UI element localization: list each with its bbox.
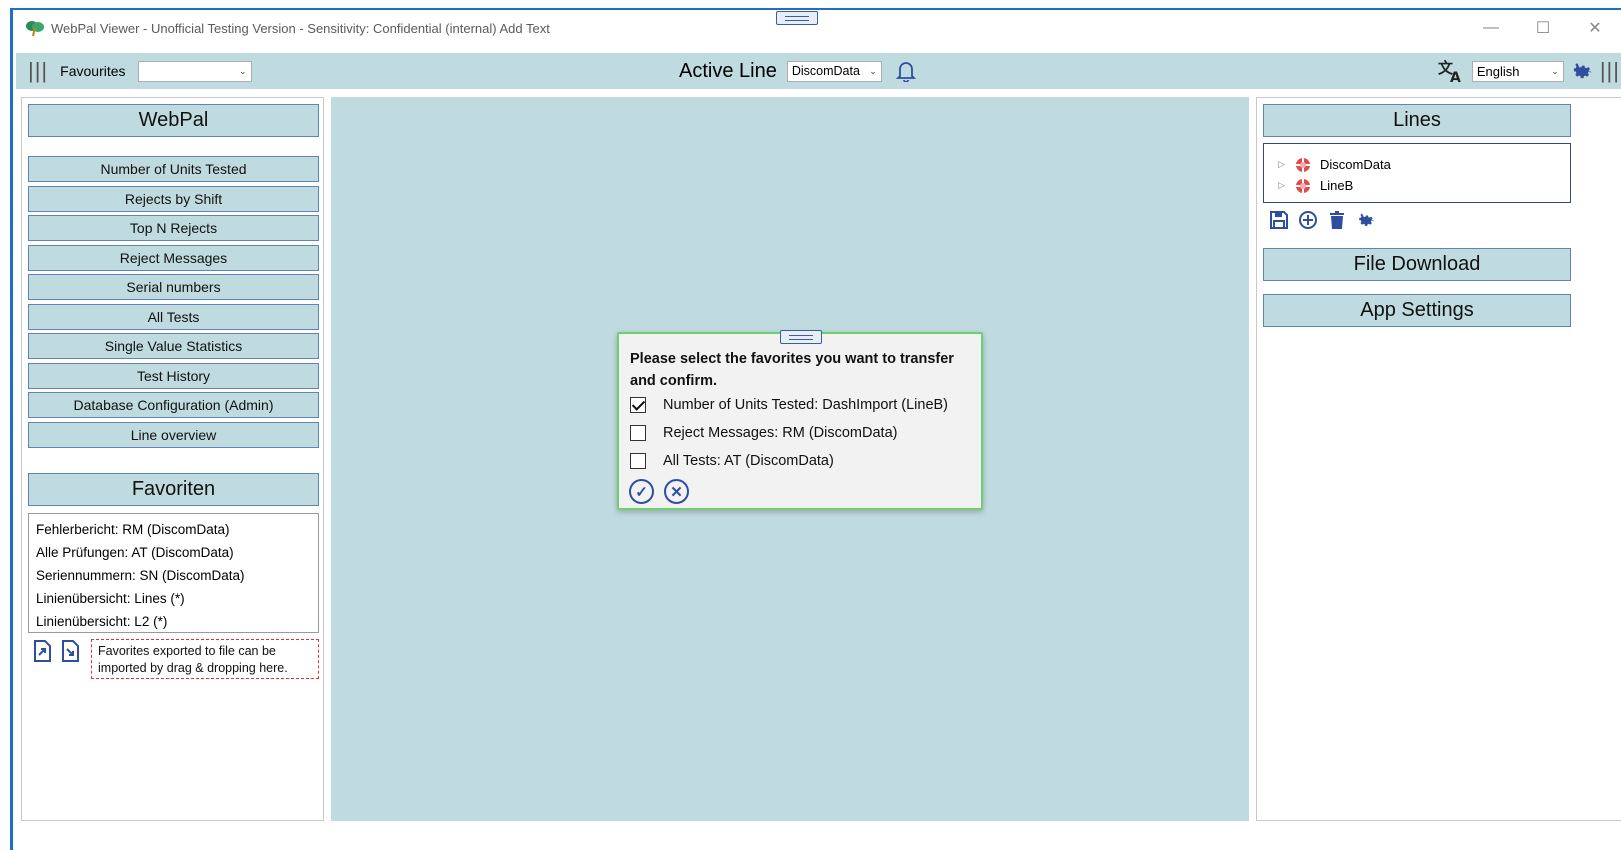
- chevron-down-icon: ⌄: [238, 65, 247, 76]
- checkbox[interactable]: [630, 397, 646, 413]
- add-circle-icon[interactable]: [1298, 210, 1318, 230]
- list-item[interactable]: Linienübersicht: Lines (*): [36, 587, 311, 610]
- nav-reject-messages[interactable]: Reject Messages: [28, 245, 319, 271]
- minimize-button[interactable]: —: [1465, 10, 1517, 46]
- favorite-option-row[interactable]: All Tests: AT (DiscomData): [630, 453, 834, 469]
- dialog-drag-handle[interactable]: [780, 330, 822, 344]
- nav-line-overview[interactable]: Line overview: [28, 422, 319, 448]
- maximize-button[interactable]: ☐: [1517, 10, 1569, 46]
- favorite-option-label: All Tests: AT (DiscomData): [663, 453, 834, 469]
- favorite-option-row[interactable]: Number of Units Tested: DashImport (Line…: [630, 397, 948, 413]
- check-icon: ✓: [635, 483, 648, 501]
- tree-item-discomdata[interactable]: ▷ DiscomData: [1264, 154, 1570, 175]
- active-line-label: Active Line: [679, 59, 777, 82]
- nav-top-n-rejects[interactable]: Top N Rejects: [28, 215, 319, 241]
- nav-number-of-units-tested[interactable]: Number of Units Tested: [28, 156, 319, 182]
- list-item[interactable]: Linienübersicht: L2 (*): [36, 610, 311, 633]
- favorite-option-label: Reject Messages: RM (DiscomData): [663, 425, 898, 441]
- save-icon[interactable]: [1269, 210, 1289, 230]
- list-item[interactable]: Alle Prüfungen: AT (DiscomData): [36, 541, 311, 564]
- app-logo-icon: [26, 21, 44, 37]
- chevron-down-icon: ⌄: [1551, 65, 1559, 76]
- lines-toolbar: [1269, 210, 1385, 230]
- menu-grip-icon[interactable]: |||: [28, 58, 48, 84]
- right-panel: Lines ▷ DiscomData ▷ LineB File Download…: [1256, 97, 1621, 821]
- gear-icon[interactable]: [1356, 210, 1376, 230]
- import-file-icon[interactable]: [60, 640, 80, 662]
- window-title: WebPal Viewer - Unofficial Testing Versi…: [51, 20, 550, 36]
- nav-test-history[interactable]: Test History: [28, 363, 319, 389]
- webpal-header-button[interactable]: WebPal: [28, 104, 319, 137]
- export-file-icon[interactable]: [32, 640, 52, 662]
- close-button[interactable]: ✕: [1569, 10, 1621, 46]
- left-panel: WebPal Number of Units Tested Rejects by…: [21, 97, 324, 821]
- line-icon: [1296, 157, 1310, 172]
- file-download-button[interactable]: File Download: [1263, 248, 1571, 281]
- svg-text:A: A: [1450, 70, 1461, 83]
- dialog-title: Please select the favorites you want to …: [630, 351, 954, 389]
- title-bar[interactable]: WebPal Viewer - Unofficial Testing Versi…: [13, 10, 1621, 46]
- trash-icon[interactable]: [1327, 210, 1347, 230]
- main-toolbar: ||| Favourites ⌄ Active Line DiscomData …: [16, 53, 1621, 89]
- active-line-group: Active Line DiscomData ⌄: [679, 53, 916, 89]
- checkbox[interactable]: [630, 453, 646, 469]
- nav-database-configuration[interactable]: Database Configuration (Admin): [28, 392, 319, 418]
- active-line-value: DiscomData: [791, 64, 860, 78]
- dialog-actions: ✓ ✕: [629, 479, 699, 504]
- close-icon: ✕: [670, 483, 683, 501]
- favourites-dropdown[interactable]: ⌄: [137, 60, 252, 82]
- expand-arrow-icon[interactable]: ▷: [1278, 180, 1294, 191]
- favorites-list: Fehlerbericht: RM (DiscomData) Alle Prüf…: [28, 513, 319, 633]
- translate-icon[interactable]: 文 A: [1438, 59, 1464, 83]
- favoriten-header-button[interactable]: Favoriten: [28, 473, 319, 506]
- favorite-option-row[interactable]: Reject Messages: RM (DiscomData): [630, 425, 897, 441]
- expand-arrow-icon[interactable]: ▷: [1278, 159, 1294, 170]
- lines-header-button[interactable]: Lines: [1263, 104, 1571, 137]
- tree-item-label: LineB: [1320, 178, 1354, 193]
- favourites-label: Favourites: [60, 63, 126, 79]
- language-dropdown[interactable]: English ⌄: [1471, 60, 1564, 82]
- nav-all-tests[interactable]: All Tests: [28, 304, 319, 330]
- language-value: English: [1476, 63, 1520, 79]
- nav-single-value-statistics[interactable]: Single Value Statistics: [28, 333, 319, 359]
- favorite-option-label: Number of Units Tested: DashImport (Line…: [663, 397, 949, 413]
- transfer-favorites-dialog: Please select the favorites you want to …: [617, 330, 983, 510]
- panel-grip-icon[interactable]: |||: [1600, 58, 1620, 84]
- confirm-button[interactable]: ✓: [629, 479, 654, 504]
- app-settings-button[interactable]: App Settings: [1263, 294, 1571, 327]
- checkbox[interactable]: [630, 425, 646, 441]
- cancel-button[interactable]: ✕: [664, 479, 689, 504]
- favorites-actions: [32, 640, 88, 662]
- right-toolbar: 文 A English ⌄ |||: [1438, 53, 1621, 89]
- list-item[interactable]: Fehlerbericht: RM (DiscomData): [36, 518, 311, 541]
- tree-item-label: DiscomData: [1320, 157, 1391, 172]
- chevron-down-icon: ⌄: [869, 65, 877, 76]
- tree-item-lineb[interactable]: ▷ LineB: [1264, 175, 1570, 196]
- nav-serial-numbers[interactable]: Serial numbers: [28, 274, 319, 300]
- drag-handle[interactable]: [776, 11, 818, 25]
- nav-rejects-by-shift[interactable]: Rejects by Shift: [28, 186, 319, 212]
- gear-icon[interactable]: [1570, 59, 1594, 83]
- app-window: WebPal Viewer - Unofficial Testing Versi…: [10, 8, 1621, 850]
- line-icon: [1296, 178, 1310, 193]
- list-item[interactable]: Seriennummern: SN (DiscomData): [36, 564, 311, 587]
- active-line-dropdown[interactable]: DiscomData ⌄: [786, 60, 882, 82]
- favorites-drop-zone[interactable]: Favorites exported to file can be import…: [91, 639, 319, 679]
- window-controls: — ☐ ✕: [1465, 10, 1621, 46]
- bell-icon[interactable]: [895, 60, 916, 82]
- lines-tree: ▷ DiscomData ▷ LineB: [1263, 143, 1571, 203]
